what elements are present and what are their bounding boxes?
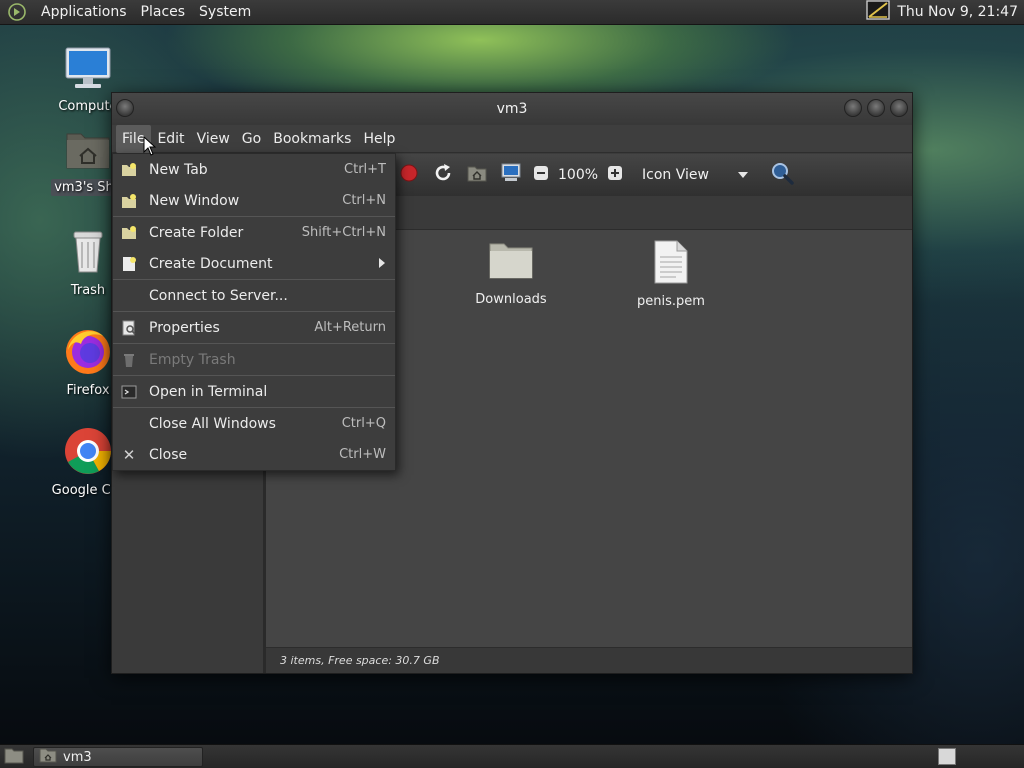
- file-item-pem[interactable]: penis.pem: [621, 240, 721, 309]
- file-name: penis.pem: [637, 294, 705, 309]
- firefox-icon: [63, 326, 113, 380]
- folder-icon: [488, 240, 534, 286]
- panel-clock[interactable]: Thu Nov 9, 21:47: [897, 4, 1018, 20]
- zoom-level: 100%: [558, 167, 599, 183]
- menu-bookmarks[interactable]: Bookmarks: [267, 125, 357, 153]
- menu-item-open-in-terminal[interactable]: Open in Terminal: [113, 376, 395, 407]
- home-icon: [466, 163, 488, 187]
- zoom-in-icon: [607, 165, 623, 185]
- file-item-downloads[interactable]: Downloads: [461, 240, 561, 307]
- zoom-out-icon: [533, 165, 549, 185]
- trash-icon: [121, 352, 137, 368]
- window-titlebar[interactable]: vm3: [112, 93, 912, 125]
- status-bar: 3 items, Free space: 30.7 GB: [266, 647, 912, 673]
- desktop-icon-label: Trash: [70, 283, 106, 298]
- home-folder-icon: [39, 747, 57, 767]
- window-menu-button[interactable]: [116, 99, 134, 117]
- menu-item-create-folder[interactable]: Create Folder Shift+Ctrl+N: [113, 217, 395, 248]
- submenu-arrow-icon: [378, 257, 386, 272]
- file-menu-dropdown: New Tab Ctrl+T New Window Ctrl+N Create …: [112, 153, 396, 471]
- home-folder-icon: [64, 128, 112, 176]
- view-mode-select[interactable]: Icon View: [636, 163, 754, 187]
- stop-button[interactable]: [395, 161, 423, 189]
- home-button[interactable]: [463, 161, 491, 189]
- menu-item-close[interactable]: ✕ Close Ctrl+W: [113, 439, 395, 470]
- desktop-icon-label: Compute: [58, 99, 118, 114]
- properties-icon: [121, 320, 137, 336]
- menu-item-close-all-windows[interactable]: Close All Windows Ctrl+Q: [113, 408, 395, 439]
- menu-item-new-window[interactable]: New Window Ctrl+N: [113, 185, 395, 216]
- chevron-down-icon: [738, 167, 749, 183]
- reload-button[interactable]: [429, 161, 457, 189]
- distro-logo-icon[interactable]: [6, 1, 28, 23]
- maximize-button[interactable]: [867, 99, 885, 117]
- computer-button[interactable]: [497, 161, 525, 189]
- close-window-button[interactable]: [890, 99, 908, 117]
- status-text: 3 items, Free space: 30.7 GB: [280, 654, 440, 667]
- mouse-cursor-icon: [143, 135, 157, 160]
- bottom-panel: vm3: [0, 744, 1024, 768]
- top-panel: Applications Places System Thu Nov 9, 21…: [0, 0, 1024, 25]
- menubar: File Edit View Go Bookmarks Help: [112, 124, 912, 153]
- window-title: vm3: [496, 101, 528, 117]
- view-mode-value: Icon View: [642, 167, 709, 183]
- menu-item-empty-trash: Empty Trash: [113, 344, 395, 375]
- reload-icon: [432, 162, 454, 188]
- create-folder-icon: [121, 225, 137, 241]
- zoom-out-button[interactable]: [531, 161, 551, 189]
- close-icon: ✕: [122, 446, 136, 464]
- new-tab-icon: [121, 162, 137, 178]
- panel-menu: Applications Places System: [34, 0, 258, 24]
- menu-edit[interactable]: Edit: [151, 125, 190, 153]
- create-document-icon: [121, 256, 137, 272]
- menu-item-create-document[interactable]: Create Document: [113, 248, 395, 279]
- network-monitor-icon[interactable]: [866, 0, 891, 24]
- file-name: Downloads: [475, 292, 547, 307]
- taskbar-window-button[interactable]: vm3: [33, 747, 203, 767]
- search-icon: [770, 161, 794, 189]
- menu-go[interactable]: Go: [236, 125, 267, 153]
- new-window-icon: [121, 193, 137, 209]
- panel-tray: Thu Nov 9, 21:47: [866, 0, 1024, 24]
- workspace-switcher[interactable]: [938, 748, 956, 765]
- menu-help[interactable]: Help: [357, 125, 401, 153]
- trash-icon: [68, 228, 108, 280]
- places-menu[interactable]: Places: [134, 0, 193, 25]
- taskbar-window-label: vm3: [63, 749, 92, 765]
- menu-view[interactable]: View: [191, 125, 236, 153]
- menu-item-connect-to-server[interactable]: Connect to Server...: [113, 280, 395, 311]
- stop-icon: [399, 163, 419, 187]
- zoom-in-button[interactable]: [605, 161, 625, 189]
- system-menu[interactable]: System: [192, 0, 258, 25]
- desktop-icon-label: Firefox: [66, 383, 110, 398]
- menu-item-properties[interactable]: Properties Alt+Return: [113, 312, 395, 343]
- chrome-icon: [63, 426, 113, 480]
- terminal-icon: [121, 384, 137, 400]
- text-file-icon: [651, 240, 691, 288]
- minimize-button[interactable]: [844, 99, 862, 117]
- show-desktop-icon[interactable]: [4, 746, 24, 768]
- applications-menu[interactable]: Applications: [34, 0, 134, 25]
- computer-icon: [63, 46, 113, 96]
- search-button[interactable]: [768, 161, 796, 189]
- computer-icon: [500, 163, 522, 187]
